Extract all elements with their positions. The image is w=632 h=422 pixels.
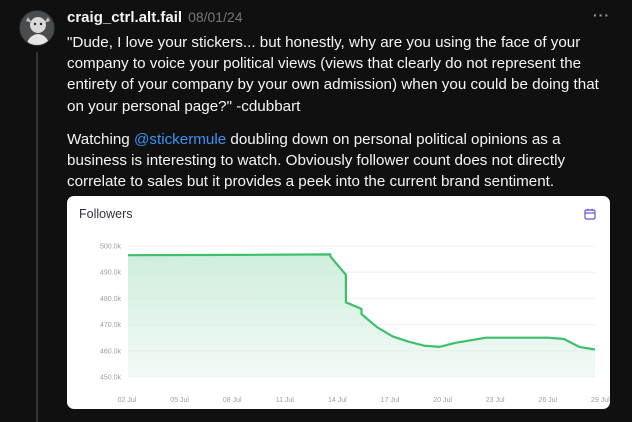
followers-chart: 500.0k 490.0k 480.0k 470.0k 460.0k 450.0k 02 J… [100,244,610,405]
thread-line [36,52,38,422]
y-tick-label: 490.0k [100,270,122,277]
x-tick-label: 17 Jul [381,397,400,404]
x-tick-label: 08 Jul [223,397,242,404]
mention-link[interactable]: @stickermule [134,131,226,148]
post-date[interactable]: 08/01/24 [188,9,243,25]
post-header: craig_ctrl.alt.fail 08/01/24 [67,9,243,29]
post-text: Watching @stickermule doubling down on p… [67,129,612,193]
chart-title: Followers [79,207,133,221]
y-tick-label: 470.0k [100,322,122,329]
post-text-prefix: Watching [67,130,134,148]
x-tick-label: 23 Jul [486,397,505,404]
x-tick-label: 11 Jul [276,397,295,404]
avatar-image [20,11,54,45]
series-area [128,254,595,377]
y-tick-label: 460.0k [100,348,122,355]
x-tick-label: 02 Jul [118,397,137,404]
avatar[interactable] [19,10,55,46]
x-tick-label: 29 Jul [591,397,610,404]
username[interactable]: craig_ctrl.alt.fail [67,9,182,26]
y-tick-label: 500.0k [100,244,122,251]
x-tick-label: 20 Jul [433,397,452,404]
post-body: "Dude, I love your stickers... but hones… [67,32,612,192]
calendar-icon[interactable] [584,208,596,220]
y-tick-label: 450.0k [100,375,122,382]
quoted-text: "Dude, I love your stickers... but hones… [67,34,599,115]
more-options-icon[interactable]: ··· [593,7,610,23]
x-tick-label: 05 Jul [170,397,189,404]
x-tick-label: 14 Jul [328,397,347,404]
followers-chart-card[interactable]: 500.0k 490.0k 480.0k 470.0k 460.0k 450.0k 02 J… [67,196,610,409]
x-tick-label: 26 Jul [538,397,557,404]
y-tick-label: 480.0k [100,296,122,303]
